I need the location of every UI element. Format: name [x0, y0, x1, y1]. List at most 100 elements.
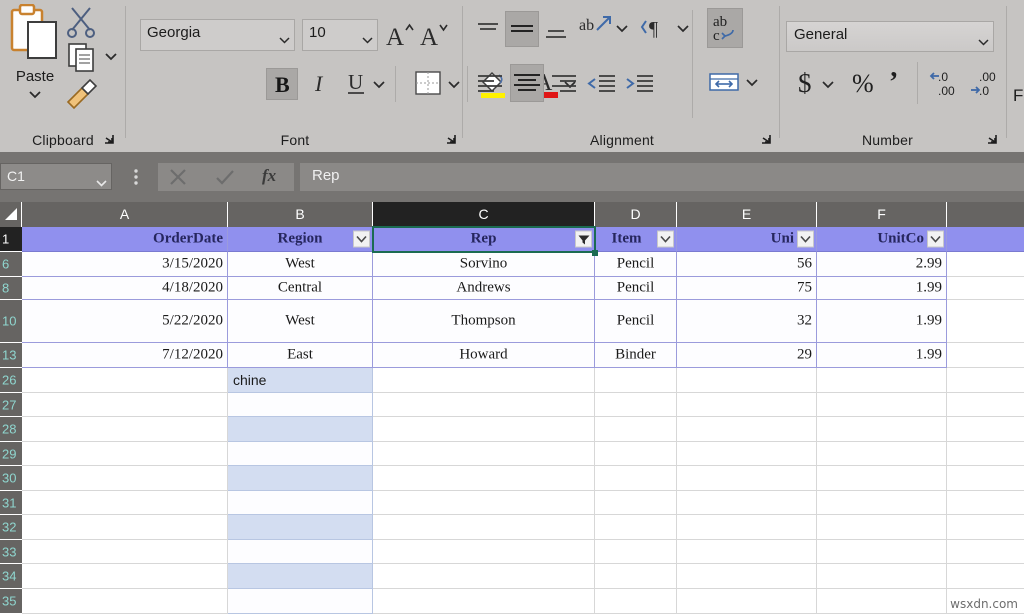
cell-f28[interactable]: [817, 417, 947, 442]
filter-dropdown-f[interactable]: [927, 231, 944, 248]
cell-a34[interactable]: [22, 564, 228, 589]
cell-c26[interactable]: [373, 368, 595, 393]
cell-g31[interactable]: [947, 491, 1024, 515]
clipboard-dialog-launcher[interactable]: [102, 132, 116, 146]
formula-bar-kebab-icon[interactable]: [133, 168, 147, 186]
cell-g34[interactable]: [947, 564, 1024, 589]
cell-b32[interactable]: [228, 515, 373, 540]
cell-b31[interactable]: [228, 491, 373, 515]
cell-g30[interactable]: [947, 466, 1024, 491]
insert-function-icon[interactable]: fx: [262, 166, 276, 186]
cell-g6[interactable]: [947, 252, 1024, 277]
cell-b26[interactable]: chine: [228, 368, 373, 393]
cell-a13[interactable]: 7/12/2020: [22, 343, 228, 368]
cell-g13[interactable]: [947, 343, 1024, 368]
row-header-26[interactable]: 26: [0, 368, 22, 393]
cell-a6[interactable]: 3/15/2020: [22, 252, 228, 277]
cell-e32[interactable]: [677, 515, 817, 540]
cell-e31[interactable]: [677, 491, 817, 515]
orientation-dropdown[interactable]: [615, 20, 631, 32]
cell-c32[interactable]: [373, 515, 595, 540]
row-header-10[interactable]: 10: [0, 300, 22, 343]
cell-a26[interactable]: [22, 368, 228, 393]
cell-e26[interactable]: [677, 368, 817, 393]
cell-c27[interactable]: [373, 393, 595, 417]
text-direction-dropdown[interactable]: [676, 20, 692, 32]
row-header-32[interactable]: 32: [0, 515, 22, 540]
cell-f34[interactable]: [817, 564, 947, 589]
cell-c28[interactable]: [373, 417, 595, 442]
cell-g8[interactable]: [947, 277, 1024, 300]
cell-b30[interactable]: [228, 466, 373, 491]
accounting-dropdown[interactable]: [821, 76, 837, 88]
cancel-icon[interactable]: [168, 167, 188, 192]
cell-d35[interactable]: [595, 589, 677, 614]
font-dialog-launcher[interactable]: [444, 132, 458, 146]
name-box[interactable]: C1: [0, 163, 112, 190]
grow-font-button[interactable]: A: [385, 20, 415, 50]
select-all-corner[interactable]: [0, 202, 22, 227]
cell-b33[interactable]: [228, 540, 373, 564]
increase-decimal-button[interactable]: .0 .00: [927, 66, 963, 100]
underline-button[interactable]: U: [341, 68, 371, 100]
cell-b28[interactable]: [228, 417, 373, 442]
paste-button[interactable]: Paste: [6, 4, 64, 122]
cell-f8[interactable]: 1.99: [817, 277, 947, 300]
cell-d34[interactable]: [595, 564, 677, 589]
cell-f13[interactable]: 1.99: [817, 343, 947, 368]
cell-d32[interactable]: [595, 515, 677, 540]
cell-e35[interactable]: [677, 589, 817, 614]
percent-style-button[interactable]: %: [849, 63, 879, 101]
cell-d6[interactable]: Pencil: [595, 252, 677, 277]
cell-g29[interactable]: [947, 442, 1024, 466]
align-right-button[interactable]: [548, 68, 580, 100]
row-header-31[interactable]: 31: [0, 491, 22, 515]
text-direction-button[interactable]: ¶: [640, 13, 674, 43]
cell-b8[interactable]: Central: [228, 277, 373, 300]
cell-g27[interactable]: [947, 393, 1024, 417]
cell-d31[interactable]: [595, 491, 677, 515]
cell-e1[interactable]: Uni: [677, 227, 817, 252]
cell-d29[interactable]: [595, 442, 677, 466]
cell-g33[interactable]: [947, 540, 1024, 564]
decrease-decimal-button[interactable]: .00 .0: [968, 66, 1004, 100]
cell-a29[interactable]: [22, 442, 228, 466]
cell-f27[interactable]: [817, 393, 947, 417]
cell-b1[interactable]: Region: [228, 227, 373, 252]
shrink-font-button[interactable]: A: [419, 20, 449, 50]
cell-a10[interactable]: 5/22/2020: [22, 300, 228, 343]
cell-b35[interactable]: [228, 589, 373, 614]
cell-b34[interactable]: [228, 564, 373, 589]
cell-e33[interactable]: [677, 540, 817, 564]
cell-b29[interactable]: [228, 442, 373, 466]
row-header-1[interactable]: 1: [0, 227, 22, 252]
cell-f35[interactable]: [817, 589, 947, 614]
cell-b10[interactable]: West: [228, 300, 373, 343]
filter-dropdown-d[interactable]: [657, 231, 674, 248]
cell-e6[interactable]: 56: [677, 252, 817, 277]
column-header-a[interactable]: A: [22, 202, 228, 227]
cell-d30[interactable]: [595, 466, 677, 491]
formula-input[interactable]: Rep: [300, 163, 1024, 191]
chevron-down-icon[interactable]: [6, 86, 64, 104]
cell-g1[interactable]: [947, 227, 1024, 252]
cell-c34[interactable]: [373, 564, 595, 589]
cell-b27[interactable]: [228, 393, 373, 417]
column-header-e[interactable]: E: [677, 202, 817, 227]
filter-applied-c[interactable]: [575, 231, 592, 248]
column-header-b[interactable]: B: [228, 202, 373, 227]
bold-button[interactable]: B: [266, 68, 298, 100]
cell-f1[interactable]: UnitCo: [817, 227, 947, 252]
cell-d28[interactable]: [595, 417, 677, 442]
align-left-button[interactable]: [474, 68, 506, 100]
cell-g10[interactable]: [947, 300, 1024, 343]
orientation-button[interactable]: ab: [579, 12, 613, 44]
cell-e13[interactable]: 29: [677, 343, 817, 368]
row-header-34[interactable]: 34: [0, 564, 22, 589]
cell-a31[interactable]: [22, 491, 228, 515]
align-top-button[interactable]: [474, 18, 502, 44]
filter-dropdown-b[interactable]: [353, 231, 370, 248]
row-header-27[interactable]: 27: [0, 393, 22, 417]
cell-c6[interactable]: Sorvino: [373, 252, 595, 277]
cell-e28[interactable]: [677, 417, 817, 442]
